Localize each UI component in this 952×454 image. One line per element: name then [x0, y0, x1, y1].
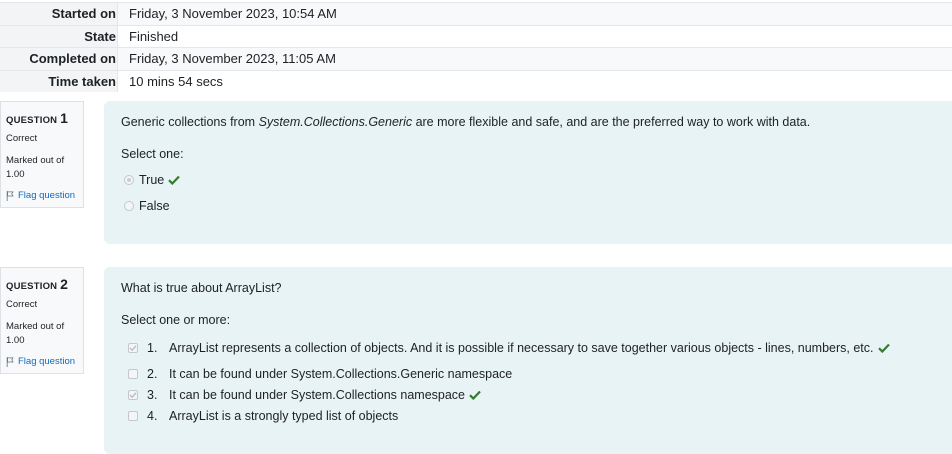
answer-list: True False	[121, 173, 935, 213]
summary-value: 10 mins 54 secs	[118, 70, 952, 92]
answer-label: ArrayList represents a collection of obj…	[169, 341, 874, 355]
answer-label: False	[139, 199, 170, 213]
summary-row-state: State Finished	[0, 24, 952, 47]
correct-check-icon	[469, 390, 481, 400]
question-text: What is true about ArrayList?	[121, 281, 282, 295]
question-label: QUESTION	[6, 281, 58, 292]
answer-number: 3.	[147, 388, 158, 402]
question-label: QUESTION	[6, 115, 58, 126]
checkbox-check-icon	[129, 345, 137, 352]
answer-option[interactable]: True	[121, 173, 935, 187]
flag-question-link[interactable]: Flag question	[6, 356, 78, 367]
summary-value: Finished	[118, 25, 952, 47]
checkbox[interactable]	[128, 390, 138, 400]
checkbox[interactable]	[128, 343, 138, 353]
question-prompt: Select one or more:	[121, 313, 231, 327]
question-num: 1	[60, 110, 69, 126]
question-number: QUESTION 2	[6, 276, 78, 292]
correct-check-icon	[877, 343, 890, 353]
summary-label: Started on	[0, 3, 118, 25]
answer-list: 1. ArrayList represents a collection of …	[121, 341, 935, 423]
question-1-info: QUESTION 1 Correct Marked out of 1.00 Fl…	[0, 101, 84, 208]
answer-number: 2.	[147, 367, 158, 381]
question-2-content: What is true about ArrayList? Select one…	[104, 267, 952, 454]
question-grade: Marked out of 1.00	[6, 321, 65, 346]
answer-label: True	[139, 173, 165, 187]
radio-button[interactable]	[124, 201, 134, 211]
summary-row-started: Started on Friday, 3 November 2023, 10:5…	[0, 2, 952, 25]
question-text: Generic collections from System.Collecti…	[121, 115, 811, 129]
answer-number: 1.	[147, 341, 158, 355]
question-state: Correct	[6, 133, 38, 144]
question-number: QUESTION 1	[6, 110, 78, 126]
radio-button[interactable]	[124, 175, 134, 185]
answer-option[interactable]: False	[121, 199, 935, 213]
summary-label: Time taken	[0, 70, 118, 92]
answer-option[interactable]: 3. It can be found under System.Collecti…	[121, 388, 935, 402]
answer-label: ArrayList is a strongly typed list of ob…	[169, 409, 399, 423]
answer-number: 4.	[147, 409, 158, 423]
summary-row-completed: Completed on Friday, 3 November 2023, 11…	[0, 47, 952, 70]
question-grade: Marked out of 1.00	[6, 155, 65, 180]
flag-question-label: Flag question	[18, 356, 76, 367]
answer-label: It can be found under System.Collections…	[169, 388, 466, 402]
summary-label: State	[0, 25, 118, 47]
attempt-summary-table: Started on Friday, 3 November 2023, 10:5…	[0, 0, 952, 92]
question-num: 2	[60, 276, 69, 292]
checkbox[interactable]	[128, 411, 138, 421]
question-state: Correct	[6, 299, 38, 310]
correct-check-icon	[168, 175, 181, 185]
answer-option[interactable]: 2. It can be found under System.Collecti…	[121, 367, 935, 381]
flag-icon	[6, 356, 14, 367]
summary-label: Completed on	[0, 48, 118, 70]
flag-question-label: Flag question	[18, 190, 76, 201]
question-1-content: Generic collections from System.Collecti…	[104, 101, 952, 244]
flag-question-link[interactable]: Flag question	[6, 190, 78, 201]
summary-value: Friday, 3 November 2023, 10:54 AM	[118, 3, 952, 25]
question-prompt: Select one:	[121, 147, 184, 161]
checkbox-check-icon	[129, 392, 137, 399]
answer-option[interactable]: 4. ArrayList is a strongly typed list of…	[121, 409, 935, 423]
summary-value: Friday, 3 November 2023, 11:05 AM	[118, 48, 952, 70]
question-2-info: QUESTION 2 Correct Marked out of 1.00 Fl…	[0, 267, 84, 374]
answer-label: It can be found under System.Collections…	[169, 367, 513, 381]
checkbox[interactable]	[128, 369, 138, 379]
flag-icon	[6, 190, 14, 201]
answer-option[interactable]: 1. ArrayList represents a collection of …	[121, 341, 935, 355]
summary-row-time: Time taken 10 mins 54 secs	[0, 69, 952, 92]
